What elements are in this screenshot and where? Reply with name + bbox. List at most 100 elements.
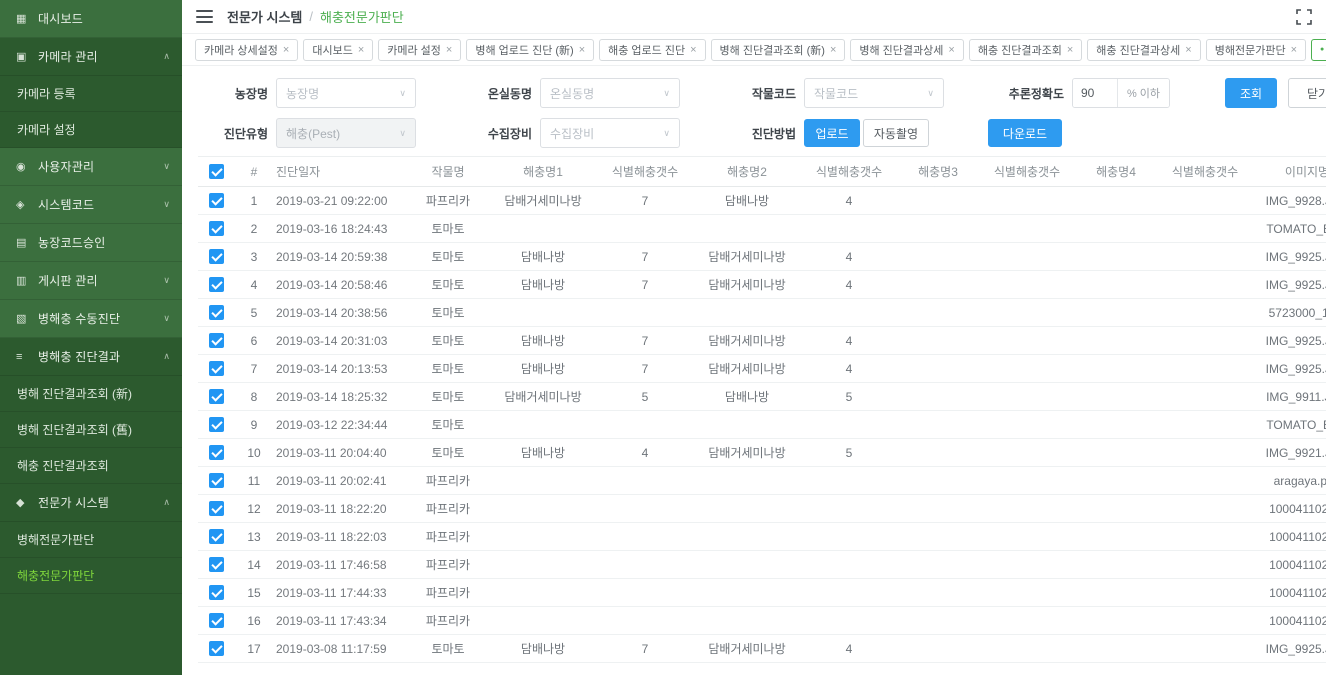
tab-close-icon[interactable]: × — [690, 44, 696, 56]
sidebar-subitem-disease-expert-judgment[interactable]: 병해전문가판단 — [0, 522, 182, 558]
tab-bar: 카메라 상세설정×대시보드×카메라 설정×병해 업로드 진단 (新)×해충 업로… — [182, 34, 1326, 66]
tab-close-icon[interactable]: × — [1185, 44, 1191, 56]
cell-image: aragaya.png — [1251, 474, 1326, 488]
close-button[interactable]: 닫기 — [1288, 78, 1326, 108]
sidebar-item-label: 시스템코드 — [38, 196, 163, 213]
row-checkbox[interactable] — [209, 445, 224, 460]
menu-icon[interactable] — [196, 10, 213, 23]
cell-date: 2019-03-14 20:13:53 — [274, 362, 409, 376]
sidebar-item-user-management[interactable]: ◉사용자관리∨ — [0, 148, 182, 186]
sidebar-item-dashboard[interactable]: ▦대시보드 — [0, 0, 182, 38]
cell-date: 2019-03-11 18:22:03 — [274, 530, 409, 544]
sidebar-subitem-disease-results-old[interactable]: 병해 진단결과조회 (舊) — [0, 412, 182, 448]
tab[interactable]: 해충 진단결과조회× — [969, 39, 1082, 61]
tab-close-icon[interactable]: × — [1067, 44, 1073, 56]
chevron-down-icon: ∨ — [163, 199, 170, 210]
row-checkbox[interactable] — [209, 249, 224, 264]
table-row: 42019-03-14 20:58:46토마토담배나방7담배거세미나방4IMG_… — [198, 271, 1326, 299]
cell-crop: 파프리카 — [409, 500, 487, 517]
upload-method-button[interactable]: 업로드 — [804, 119, 860, 147]
tab-close-icon[interactable]: × — [446, 44, 452, 56]
tab[interactable]: 대시보드× — [303, 39, 373, 61]
sidebar-item-farm-code-approval[interactable]: ▤농장코드승인 — [0, 224, 182, 262]
tab[interactable]: 병해전문가판단× — [1206, 39, 1306, 61]
diagnosis-type-label: 진단유형 — [198, 125, 268, 142]
tab[interactable]: 해충 진단결과상세× — [1087, 39, 1200, 61]
board-icon: ▥ — [16, 274, 38, 287]
sidebar-item-system-code[interactable]: ◈시스템코드∨ — [0, 186, 182, 224]
cell-date: 2019-03-21 09:22:00 — [274, 194, 409, 208]
greenhouse-label: 온실동명 — [462, 85, 532, 102]
greenhouse-select[interactable]: 온실동명 ∨ — [540, 78, 680, 108]
farm-select[interactable]: 농장명 ∨ — [276, 78, 416, 108]
row-checkbox[interactable] — [209, 529, 224, 544]
row-checkbox[interactable] — [209, 557, 224, 572]
tab[interactable]: 병해 업로드 진단 (新)× — [466, 39, 594, 61]
row-checkbox[interactable] — [209, 417, 224, 432]
sidebar-item-pest-diagnosis-results[interactable]: ≡병해충 진단결과∧ — [0, 338, 182, 376]
sidebar-item-label: 농장코드승인 — [38, 234, 170, 251]
cell-cnt2: 4 — [803, 278, 895, 292]
select-all-checkbox[interactable] — [209, 164, 224, 179]
table-row: 132019-03-11 18:22:03파프리카1000411020...20… — [198, 523, 1326, 551]
tab-close-icon[interactable]: × — [948, 44, 954, 56]
row-checkbox[interactable] — [209, 361, 224, 376]
tab-close-icon[interactable]: × — [283, 44, 289, 56]
tab-close-icon[interactable]: × — [579, 44, 585, 56]
row-checkbox[interactable] — [209, 305, 224, 320]
tab[interactable]: ●해충전문가판단× — [1311, 39, 1326, 61]
sidebar-item-board-management[interactable]: ▥게시판 관리∨ — [0, 262, 182, 300]
tab[interactable]: 카메라 설정× — [378, 39, 461, 61]
fullscreen-icon[interactable] — [1296, 9, 1312, 28]
cell-no: 11 — [234, 474, 274, 488]
row-checkbox[interactable] — [209, 613, 224, 628]
sidebar-subitem-disease-results-new[interactable]: 병해 진단결과조회 (新) — [0, 376, 182, 412]
sidebar-item-expert-system[interactable]: ◆전문가 시스템∧ — [0, 484, 182, 522]
cell-pest2: 담배거세미나방 — [691, 332, 803, 349]
crop-select-placeholder: 작물코드 — [814, 85, 927, 102]
sidebar-subitem-pest-expert-judgment[interactable]: 해충전문가판단 — [0, 558, 182, 594]
tab[interactable]: 카메라 상세설정× — [195, 39, 298, 61]
search-button[interactable]: 조회 — [1225, 78, 1277, 108]
row-checkbox[interactable] — [209, 333, 224, 348]
row-checkbox[interactable] — [209, 641, 224, 656]
column-header-pest1: 해충명1 — [487, 163, 599, 180]
tab[interactable]: 해충 업로드 진단 × — [599, 39, 705, 61]
crop-code-select[interactable]: 작물코드 ∨ — [804, 78, 944, 108]
chevron-up-icon: ∧ — [163, 497, 170, 508]
farm-select-placeholder: 농장명 — [286, 85, 399, 102]
manual-diagnosis-icon: ▧ — [16, 312, 38, 325]
chevron-down-icon: ∨ — [663, 88, 670, 99]
cell-cnt1: 7 — [599, 642, 691, 656]
download-button[interactable]: 다운로드 — [988, 119, 1062, 147]
tab-close-icon[interactable]: × — [830, 44, 836, 56]
row-checkbox[interactable] — [209, 501, 224, 516]
device-select[interactable]: 수집장비 ∨ — [540, 118, 680, 148]
row-checkbox-cell — [198, 529, 234, 544]
row-checkbox[interactable] — [209, 585, 224, 600]
row-checkbox[interactable] — [209, 193, 224, 208]
row-checkbox[interactable] — [209, 221, 224, 236]
row-checkbox-cell — [198, 277, 234, 292]
row-checkbox-cell — [198, 193, 234, 208]
auto-capture-method-button[interactable]: 자동촬영 — [863, 119, 929, 147]
tab[interactable]: 병해 진단결과조회 (新)× — [711, 39, 846, 61]
tab-close-icon[interactable]: × — [358, 44, 364, 56]
tab[interactable]: 병해 진단결과상세× — [850, 39, 963, 61]
row-checkbox[interactable] — [209, 473, 224, 488]
sidebar-subitem-pest-results[interactable]: 해충 진단결과조회 — [0, 448, 182, 484]
breadcrumb-root: 전문가 시스템 — [227, 7, 302, 26]
tab-label: 해충 업로드 진단 — [608, 42, 685, 58]
accuracy-input[interactable] — [1073, 79, 1117, 107]
row-checkbox[interactable] — [209, 277, 224, 292]
tab-close-icon[interactable]: × — [1291, 44, 1297, 56]
sidebar-item-pest-manual-diagnosis[interactable]: ▧병해충 수동진단∨ — [0, 300, 182, 338]
diagnosis-type-select[interactable]: 해충(Pest) ∨ — [276, 118, 416, 148]
cell-no: 10 — [234, 446, 274, 460]
sidebar-subitem-camera-settings[interactable]: 카메라 설정 — [0, 112, 182, 148]
cell-crop: 파프리카 — [409, 192, 487, 209]
row-checkbox[interactable] — [209, 389, 224, 404]
sidebar-item-camera-management[interactable]: ▣카메라 관리∧ — [0, 38, 182, 76]
cell-date: 2019-03-08 11:17:59 — [274, 642, 409, 656]
sidebar-subitem-camera-register[interactable]: 카메라 등록 — [0, 76, 182, 112]
